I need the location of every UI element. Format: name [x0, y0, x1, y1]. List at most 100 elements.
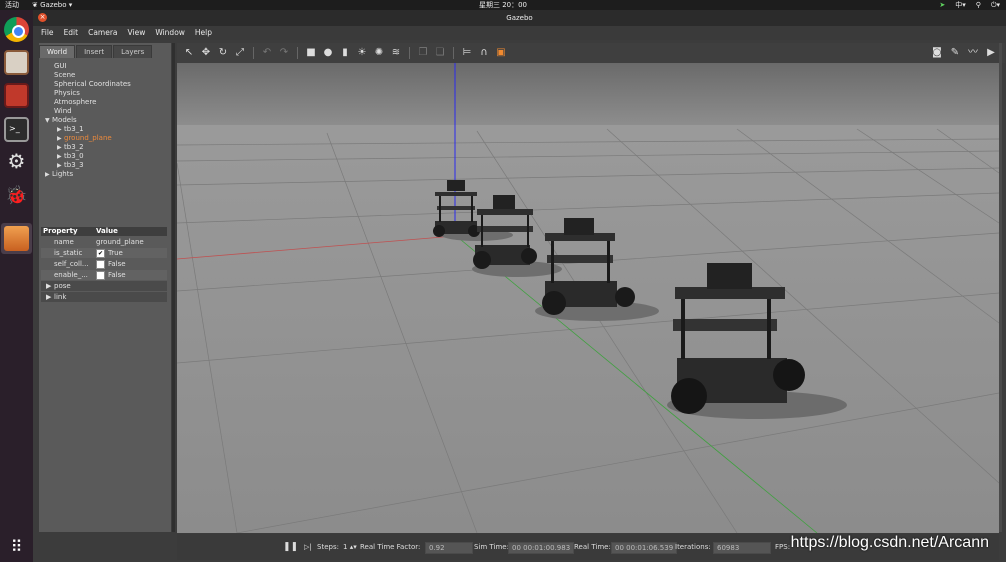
- box-shape-icon[interactable]: ■: [305, 47, 317, 59]
- show-applications-icon[interactable]: ⠿: [4, 537, 29, 562]
- tab-insert[interactable]: Insert: [76, 45, 113, 58]
- clock[interactable]: 星期三 20：00: [0, 0, 1006, 10]
- point-light-icon[interactable]: ☀: [356, 47, 368, 59]
- tree-item-models[interactable]: ▼ Models: [45, 116, 77, 125]
- snap-icon[interactable]: ∩: [478, 47, 490, 59]
- steps-value: 1: [343, 543, 348, 551]
- tree-item-model[interactable]: ▶ tb3_3: [57, 161, 84, 170]
- screenshot-icon[interactable]: ◙: [931, 47, 943, 59]
- video-record-icon[interactable]: ▶: [985, 47, 997, 59]
- tree-item-gui[interactable]: GUI: [54, 62, 67, 71]
- tree-item-model-label: ground_plane: [64, 134, 112, 142]
- paste-icon[interactable]: ❏: [434, 47, 446, 59]
- tree-item-scene[interactable]: Scene: [54, 71, 75, 80]
- menu-file[interactable]: File: [33, 26, 59, 40]
- tree-item-atmosphere[interactable]: Atmosphere: [54, 98, 96, 107]
- real-time-value: 00 00:01:06.539: [611, 542, 678, 554]
- panel-tabs: World Insert Layers: [39, 45, 153, 58]
- window-title-bar: × Gazebo: [33, 10, 1006, 26]
- menu-help[interactable]: Help: [190, 26, 217, 40]
- network-send-icon[interactable]: ➤: [939, 0, 945, 10]
- real-time-factor-label: Real Time Factor:: [360, 543, 421, 551]
- expand-right-icon[interactable]: ▶: [57, 161, 64, 170]
- chrome-icon[interactable]: [4, 17, 29, 42]
- power-icon[interactable]: ⏻▾: [991, 0, 1000, 10]
- log-icon[interactable]: ✎: [949, 47, 961, 59]
- property-value: True: [108, 249, 123, 257]
- right-panel-splitter[interactable]: [999, 43, 1002, 532]
- tree-item-model[interactable]: ▶ tb3_2: [57, 143, 84, 152]
- rotate-mode-icon[interactable]: ↻: [217, 47, 229, 59]
- tree-item-physics[interactable]: Physics: [54, 89, 80, 98]
- tree-item-lights[interactable]: ▶ Lights: [45, 170, 73, 179]
- settings-icon[interactable]: ⚙: [4, 149, 29, 174]
- bug-report-icon[interactable]: 🐞: [4, 183, 29, 208]
- gazebo-dock-icon[interactable]: [4, 226, 29, 251]
- tree-item-model-selected[interactable]: ▶ ground_plane: [57, 134, 112, 143]
- scale-mode-icon[interactable]: ⤢: [234, 47, 246, 59]
- property-row-is-static[interactable]: is_static ✔ True: [41, 248, 167, 258]
- directional-light-icon[interactable]: ≋: [390, 47, 402, 59]
- copy-icon[interactable]: ❐: [417, 47, 429, 59]
- iterations-label: Iterations:: [675, 543, 711, 551]
- expand-down-icon[interactable]: ▼: [45, 116, 52, 125]
- undo-icon[interactable]: ↶: [261, 47, 273, 59]
- plot-icon[interactable]: 〰: [967, 47, 979, 59]
- property-row-name[interactable]: name ground_plane: [41, 237, 167, 247]
- expand-right-icon[interactable]: ▶: [57, 143, 64, 152]
- files-icon[interactable]: [4, 50, 29, 75]
- tab-world[interactable]: World: [39, 45, 76, 58]
- input-method[interactable]: 中▾: [955, 0, 966, 10]
- enable-wind-checkbox[interactable]: [96, 270, 105, 280]
- terminal-icon[interactable]: >_: [4, 117, 29, 142]
- tree-item-model-label: tb3_3: [64, 161, 84, 169]
- property-key: name: [54, 238, 74, 246]
- property-group-label: pose: [54, 282, 71, 290]
- tree-item-model[interactable]: ▶ tb3_0: [57, 152, 84, 161]
- tree-item-spherical-coordinates[interactable]: Spherical Coordinates: [54, 80, 131, 89]
- property-row-self-collide[interactable]: self_coll... False: [41, 259, 167, 269]
- menu-view[interactable]: View: [123, 26, 151, 40]
- network-icon[interactable]: ⚲: [976, 0, 981, 10]
- property-table: Property Value name ground_plane is_stat…: [41, 227, 168, 307]
- property-group-link[interactable]: ▶ link: [41, 292, 167, 302]
- select-mode-icon[interactable]: ↖: [183, 47, 195, 59]
- property-row-enable-wind[interactable]: enable_... False: [41, 270, 167, 280]
- tree-item-model-label: tb3_2: [64, 143, 84, 151]
- expand-right-icon[interactable]: ▶: [45, 170, 52, 179]
- is-static-checkbox[interactable]: ✔: [96, 248, 105, 258]
- value-column-header: Value: [96, 227, 118, 235]
- tab-layers[interactable]: Layers: [113, 45, 153, 58]
- real-time-label: Real Time:: [574, 543, 611, 551]
- expand-right-icon[interactable]: ▶: [57, 152, 64, 161]
- redo-icon[interactable]: ↷: [278, 47, 290, 59]
- menu-edit[interactable]: Edit: [59, 26, 84, 40]
- expand-right-icon[interactable]: ▶: [46, 292, 51, 302]
- steps-spinner[interactable]: 1 ▴▾: [343, 542, 357, 552]
- property-group-label: link: [54, 293, 67, 301]
- window-title: Gazebo: [506, 14, 533, 22]
- translate-mode-icon[interactable]: ✥: [200, 47, 212, 59]
- sky: [177, 63, 999, 125]
- 3d-viewport[interactable]: [177, 63, 999, 533]
- real-time-factor-value: 0.92: [425, 542, 473, 554]
- step-icon[interactable]: ▷|: [304, 542, 312, 552]
- panel-splitter[interactable]: [172, 43, 175, 532]
- change-view-icon[interactable]: ▣: [495, 47, 507, 59]
- tree-item-wind[interactable]: Wind: [54, 107, 72, 116]
- cylinder-shape-icon[interactable]: ▮: [339, 47, 351, 59]
- sphere-shape-icon[interactable]: ●: [322, 47, 334, 59]
- menu-window[interactable]: Window: [150, 26, 190, 40]
- spot-light-icon[interactable]: ✺: [373, 47, 385, 59]
- expand-right-icon[interactable]: ▶: [57, 125, 64, 134]
- align-icon[interactable]: ⊨: [461, 47, 473, 59]
- self-collide-checkbox[interactable]: [96, 259, 105, 269]
- menu-camera[interactable]: Camera: [83, 26, 122, 40]
- tree-item-model[interactable]: ▶ tb3_1: [57, 125, 84, 134]
- expand-right-icon[interactable]: ▶: [57, 134, 64, 143]
- expand-right-icon[interactable]: ▶: [46, 281, 51, 291]
- property-group-pose[interactable]: ▶ pose: [41, 281, 167, 291]
- property-key: is_static: [54, 249, 83, 257]
- system-monitor-icon[interactable]: [4, 83, 29, 108]
- pause-icon[interactable]: ❚❚: [283, 542, 298, 552]
